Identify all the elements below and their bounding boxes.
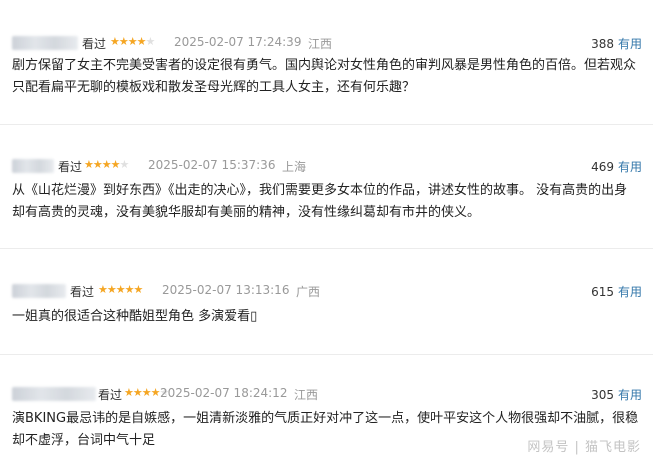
vote-area: 469 有用	[591, 158, 642, 175]
review-content: 一姐真的很适合这种酷姐型角色 多演爱看▯	[12, 309, 258, 324]
divider	[0, 248, 653, 249]
useful-button[interactable]: 有用	[618, 388, 642, 402]
vote-area: 615 有用	[591, 283, 642, 300]
useful-button[interactable]: 有用	[618, 160, 642, 174]
rating-stars: ★★★★★	[98, 283, 143, 296]
review-location: 上海	[282, 160, 307, 174]
review-time: 2025-02-07 13:13:16	[162, 283, 290, 297]
review-time: 2025-02-07 18:24:12	[160, 386, 288, 400]
vote-count: 469	[591, 160, 614, 174]
watched-status: 看过	[70, 285, 95, 299]
vote-count: 305	[591, 388, 614, 402]
avatar[interactable]	[12, 284, 66, 298]
review-meta: 看过 ★★★★★ 2025-02-07 13:13:16 广西 615 有用	[12, 281, 642, 303]
watched-status: 看过	[58, 160, 83, 174]
review-time: 2025-02-07 15:37:36	[148, 158, 276, 172]
useful-button[interactable]: 有用	[618, 285, 642, 299]
watched-status: 看过	[82, 37, 107, 51]
vote-count: 615	[591, 285, 614, 299]
review-time: 2025-02-07 17:24:39	[174, 35, 302, 49]
divider	[0, 354, 653, 355]
vote-area: 388 有用	[591, 35, 642, 52]
divider	[0, 124, 653, 125]
review-meta: 看过 ★★★★★ 2025-02-07 17:24:39 江西 388 有用	[12, 33, 642, 55]
review-location: 江西	[294, 388, 319, 402]
avatar[interactable]	[12, 36, 78, 50]
useful-button[interactable]: 有用	[618, 37, 642, 51]
avatar[interactable]	[12, 387, 96, 401]
vote-area: 305 有用	[591, 386, 642, 403]
review-meta: 看过 ★★★★★ 2025-02-07 15:37:36 上海 469 有用	[12, 156, 642, 178]
review-location: 江西	[308, 37, 333, 51]
review-content: 从《山花烂漫》到好东西》《出走的决心》，我们需要更多女本位的作品，讲述女性的故事…	[12, 183, 628, 220]
watched-status: 看过	[98, 388, 123, 402]
review-content: 剧方保留了女主不完美受害者的设定很有勇气。国内舆论对女性角色的审判风暴是男性角色…	[12, 58, 637, 95]
avatar[interactable]	[12, 159, 54, 173]
rating-stars: ★★★★★	[110, 35, 155, 48]
rating-stars: ★★★★★	[84, 158, 129, 171]
review-location: 广西	[296, 285, 321, 299]
vote-count: 388	[591, 37, 614, 51]
watermark: 网易号 | 猫飞电影	[527, 440, 641, 455]
review-meta: 看过 ★★★★★ 2025-02-07 18:24:12 江西 305 有用	[12, 384, 642, 406]
